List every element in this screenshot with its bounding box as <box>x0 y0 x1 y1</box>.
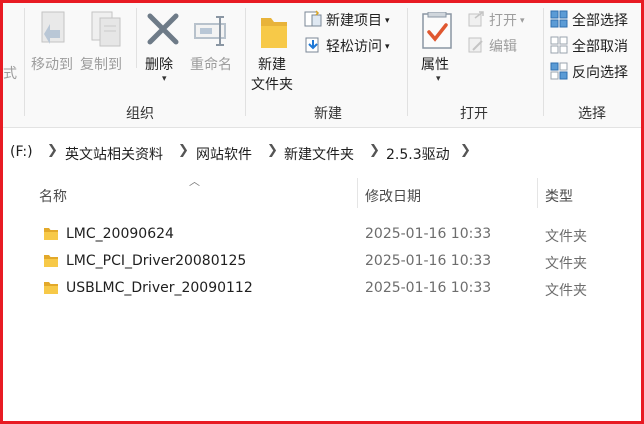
file-type: 文件夹 <box>545 229 587 245</box>
list-item[interactable]: LMC_20090624 2025-01-16 10:33 文件夹 <box>3 222 641 248</box>
new-item-icon <box>304 10 322 27</box>
select-all-icon <box>550 10 568 28</box>
delete-icon <box>147 13 179 45</box>
organize-group-label: 组织 <box>126 106 154 122</box>
chevron-right-icon[interactable]: ❯ <box>47 143 58 158</box>
column-header-date[interactable]: 修改日期 <box>365 186 421 206</box>
folder-icon <box>44 228 58 240</box>
ribbon: 式 移动到 复制到 删除 ▾ 重命名 组织 新建 文件夹 新建项目 ▾ 轻松访问… <box>3 3 641 128</box>
file-name[interactable]: LMC_PCI_Driver20080125 <box>66 253 246 269</box>
explorer-window: 式 移动到 复制到 删除 ▾ 重命名 组织 新建 文件夹 新建项目 ▾ 轻松访问… <box>0 0 644 424</box>
group-separator <box>24 8 25 116</box>
drive-icon-fragment: : <box>3 144 4 160</box>
group-separator <box>407 8 408 116</box>
properties-icon <box>422 12 452 49</box>
rename-button[interactable]: 重命名 <box>188 8 238 78</box>
chevron-right-icon[interactable]: ❯ <box>460 143 471 158</box>
easy-access-icon <box>305 37 319 53</box>
chevron-right-icon[interactable]: ❯ <box>369 143 380 158</box>
column-divider[interactable] <box>357 178 358 208</box>
breadcrumb-item[interactable]: 网站软件 <box>196 144 252 164</box>
group-separator <box>543 8 544 116</box>
chevron-right-icon[interactable]: ❯ <box>178 143 189 158</box>
file-name[interactable]: USBLMC_Driver_20090112 <box>66 280 253 296</box>
move-to-icon <box>41 11 65 44</box>
breadcrumb-drive[interactable]: (F:) <box>10 144 33 160</box>
column-header-type[interactable]: 类型 <box>545 186 573 206</box>
breadcrumb-item-current[interactable]: 2.5.3驱动 <box>386 144 450 164</box>
open-group-label: 打开 <box>460 106 488 122</box>
group-separator <box>245 8 246 116</box>
copy-to-icon <box>91 11 121 47</box>
sort-ascending-icon: ︿ <box>189 175 200 188</box>
new-folder-icon <box>261 18 287 48</box>
chevron-right-icon[interactable]: ❯ <box>267 143 278 158</box>
file-name[interactable]: LMC_20090624 <box>66 226 174 242</box>
list-item[interactable]: LMC_PCI_Driver20080125 2025-01-16 10:33 … <box>3 249 641 275</box>
list-item[interactable]: USBLMC_Driver_20090112 2025-01-16 10:33 … <box>3 276 641 302</box>
column-divider[interactable] <box>537 178 538 208</box>
column-header-name[interactable]: 名称 <box>39 186 67 206</box>
delete-button[interactable]: 删除 ▾ <box>142 8 186 88</box>
file-date: 2025-01-16 10:33 <box>365 226 492 242</box>
invert-selection-icon <box>550 62 568 80</box>
move-to-button[interactable]: 移动到 <box>28 8 78 78</box>
file-date: 2025-01-16 10:33 <box>365 280 492 296</box>
new-group-label: 新建 <box>314 106 342 122</box>
breadcrumb-item[interactable]: 新建文件夹 <box>284 144 354 164</box>
breadcrumb: : (F:) ❯ 英文站相关资料 ❯ 网站软件 ❯ 新建文件夹 ❯ 2.5.3驱… <box>3 134 641 170</box>
breadcrumb-item[interactable]: 英文站相关资料 <box>65 144 163 164</box>
file-date: 2025-01-16 10:33 <box>365 253 492 269</box>
group-separator <box>136 8 137 68</box>
edit-icon <box>468 37 483 53</box>
folder-icon <box>44 255 58 267</box>
file-type: 文件夹 <box>545 256 587 272</box>
select-group-label: 选择 <box>578 106 606 122</box>
folder-icon <box>44 282 58 294</box>
copy-to-button[interactable]: 复制到 <box>80 8 130 78</box>
open-icon <box>468 11 484 27</box>
new-folder-button[interactable]: 新建 文件夹 <box>250 8 302 98</box>
file-type: 文件夹 <box>545 283 587 299</box>
properties-button[interactable]: 属性 ▾ <box>414 8 460 98</box>
select-none-icon <box>550 36 568 54</box>
rename-icon <box>194 16 226 46</box>
